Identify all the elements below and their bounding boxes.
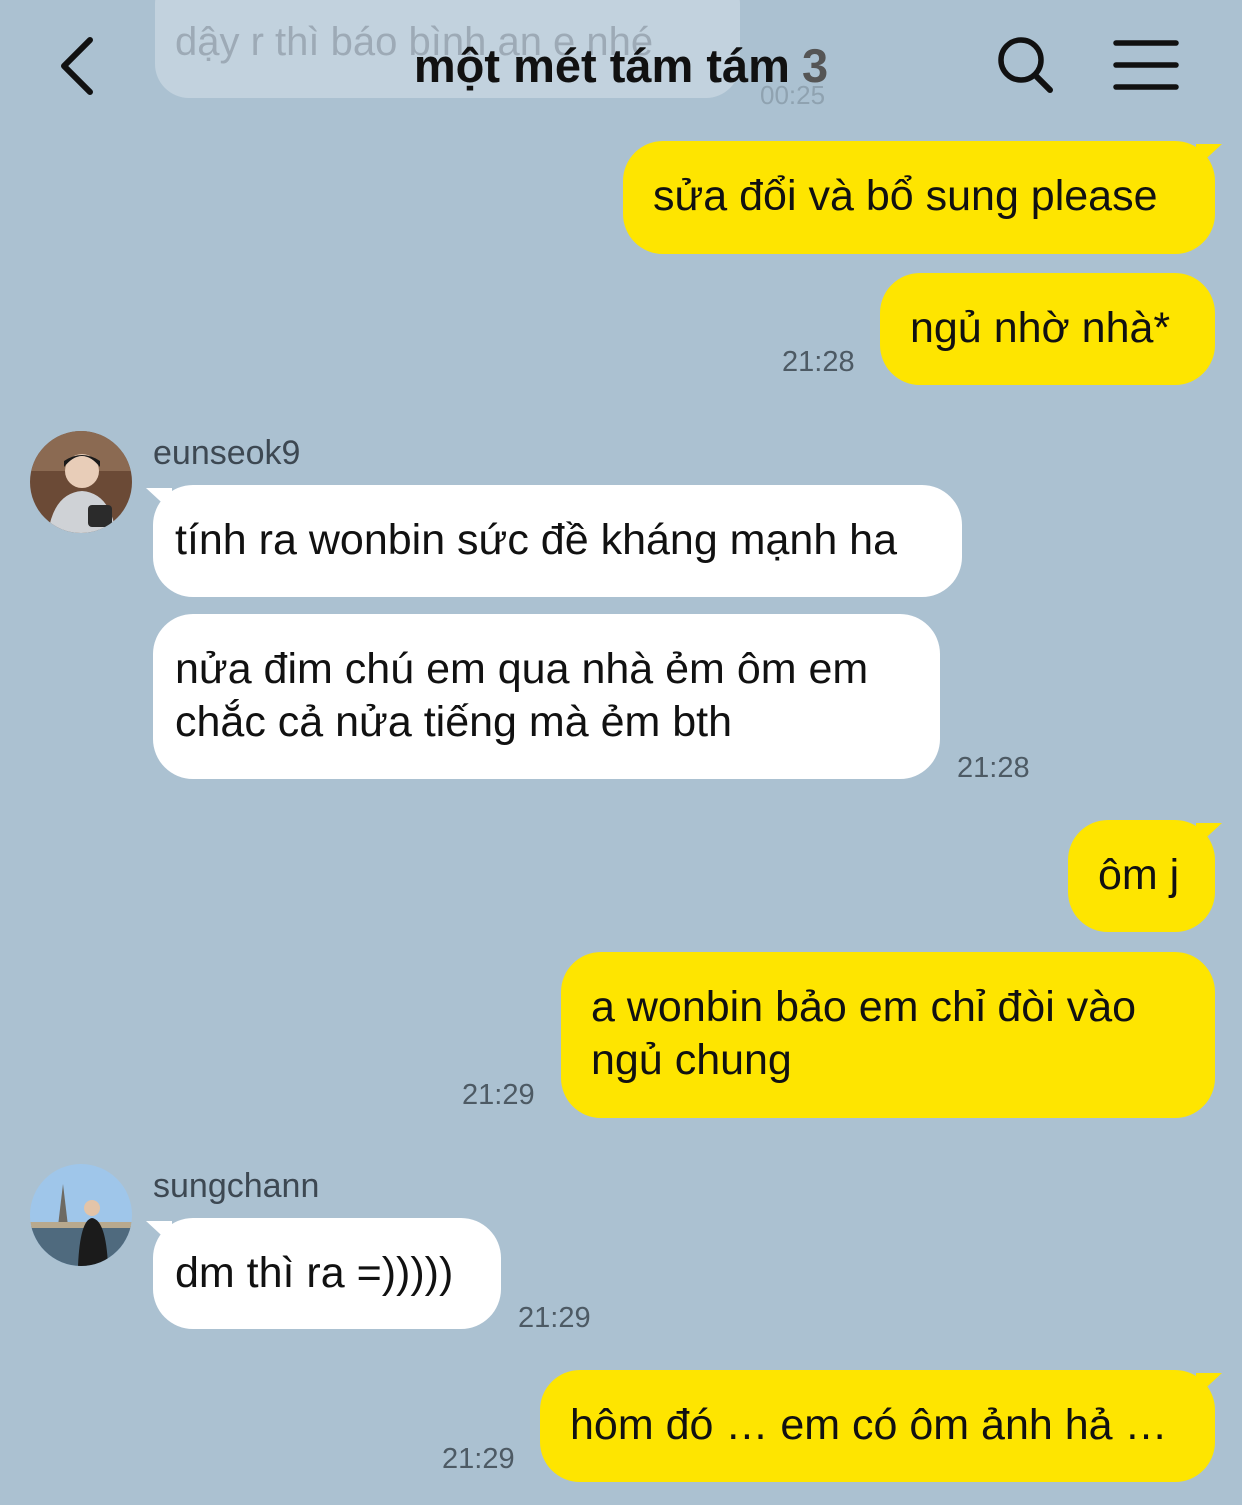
message-timestamp: 21:29 — [518, 1302, 591, 1334]
member-count: 3 — [801, 39, 829, 92]
profile-photo — [30, 1164, 132, 1266]
message-text-line: a wonbin bảo em chỉ đòi vào — [591, 983, 1137, 1031]
search-button[interactable] — [992, 32, 1058, 98]
incoming-message-bubble[interactable]: nửa đim chú em qua nhà ẻm ôm em chắc cả … — [153, 614, 940, 779]
outgoing-message-bubble[interactable]: ôm j — [1068, 820, 1215, 932]
message-text: ôm j — [1098, 851, 1180, 899]
message-text-line: chắc cả nửa tiếng mà ẻm bth — [175, 698, 733, 746]
message-timestamp: 21:28 — [957, 752, 1030, 784]
message-text: hôm đó … em có ôm ảnh hả … — [570, 1401, 1168, 1449]
profile-photo — [30, 431, 132, 533]
search-icon — [998, 37, 1053, 93]
incoming-message-bubble[interactable]: dm thì ra =))))) — [153, 1218, 501, 1329]
chat-name: một mét tám tám — [413, 39, 790, 92]
message-timestamp: 21:28 — [782, 346, 855, 378]
sender-name: sungchann — [153, 1167, 320, 1205]
menu-button[interactable] — [1108, 36, 1184, 94]
outgoing-message-bubble[interactable]: ngủ nhờ nhà* — [880, 273, 1215, 385]
incoming-message-bubble[interactable]: tính ra wonbin sức đề kháng mạnh ha — [153, 485, 962, 597]
message-text-line: ngủ chung — [591, 1036, 792, 1084]
outgoing-message-bubble[interactable]: a wonbin bảo em chỉ đòi vào ngủ chung — [561, 952, 1215, 1118]
message-timestamp: 21:29 — [462, 1079, 535, 1111]
hamburger-menu-icon — [1113, 40, 1179, 90]
chat-header: một mét tám tám 3 — [0, 0, 1242, 120]
outgoing-message-bubble[interactable]: sửa đổi và bổ sung please — [623, 141, 1215, 254]
outgoing-message-bubble[interactable]: hôm đó … em có ôm ảnh hả … — [540, 1370, 1215, 1482]
message-text: dm thì ra =))))) — [175, 1249, 454, 1297]
message-text-line: nửa đim chú em qua nhà ẻm ôm em — [175, 645, 869, 693]
sender-name: eunseok9 — [153, 434, 301, 472]
avatar-eunseok9[interactable] — [30, 431, 132, 533]
avatar-sungchann[interactable] — [30, 1164, 132, 1266]
message-text: ngủ nhờ nhà* — [910, 304, 1171, 352]
message-timestamp: 21:29 — [442, 1443, 515, 1475]
message-text: tính ra wonbin sức đề kháng mạnh ha — [175, 516, 898, 564]
message-text: sửa đổi và bổ sung please — [653, 172, 1158, 220]
